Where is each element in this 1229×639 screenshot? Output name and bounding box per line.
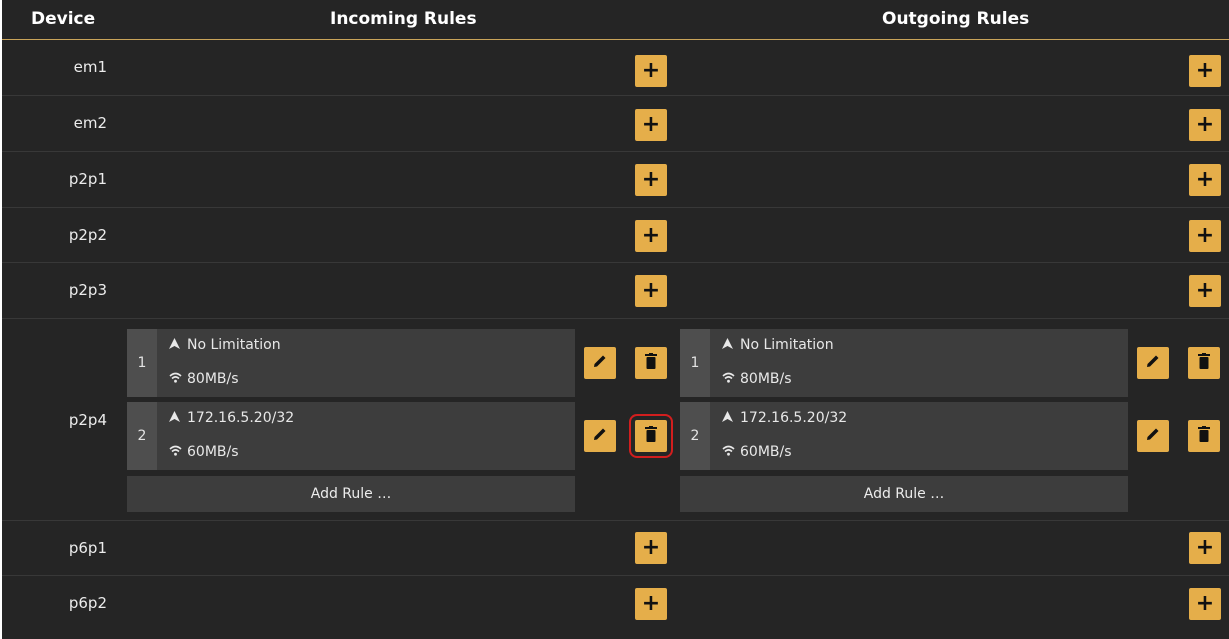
delete-rule-button[interactable] bbox=[1188, 347, 1220, 379]
plus-icon: + bbox=[641, 591, 661, 616]
plus-icon: + bbox=[641, 167, 661, 192]
device-row-p2p1: p2p1 + + bbox=[2, 152, 1229, 208]
device-row-em1: em1 + + bbox=[2, 40, 1229, 96]
add-incoming-rule-button[interactable]: + bbox=[635, 275, 667, 307]
device-row-p6p2: p6p2 + + bbox=[2, 576, 1229, 639]
edit-rule-button[interactable] bbox=[1137, 420, 1169, 452]
rule-number: 1 bbox=[127, 329, 157, 397]
device-row-p2p2: p2p2 + + bbox=[2, 208, 1229, 263]
delete-rule-button[interactable] bbox=[1188, 420, 1220, 452]
add-outgoing-rule-button[interactable]: + bbox=[1189, 532, 1221, 564]
device-name: p2p3 bbox=[68, 281, 107, 299]
rule-target: No Limitation bbox=[187, 337, 281, 353]
plus-icon: + bbox=[1195, 591, 1215, 616]
rule-rate: 60MB/s bbox=[740, 444, 792, 460]
device-name: p2p4 bbox=[68, 411, 107, 429]
trash-icon bbox=[645, 426, 657, 446]
plus-icon: + bbox=[641, 223, 661, 248]
plus-icon: + bbox=[1195, 58, 1215, 83]
add-outgoing-rule-button[interactable]: + bbox=[1189, 220, 1221, 252]
plus-icon: + bbox=[641, 58, 661, 83]
device-row-p6p1: p6p1 + + bbox=[2, 521, 1229, 576]
plus-icon: + bbox=[1195, 223, 1215, 248]
traffic-rules-panel: Device Incoming Rules Outgoing Rules em1… bbox=[2, 0, 1229, 639]
rule-rate: 80MB/s bbox=[187, 371, 239, 387]
rule-rate: 80MB/s bbox=[740, 371, 792, 387]
trash-icon bbox=[1198, 426, 1210, 446]
header-incoming-rules: Incoming Rules bbox=[330, 9, 477, 29]
pencil-icon bbox=[592, 426, 608, 446]
rule-number: 2 bbox=[680, 402, 710, 470]
add-outgoing-rule-button[interactable]: + bbox=[1189, 55, 1221, 87]
table-header: Device Incoming Rules Outgoing Rules bbox=[2, 0, 1229, 40]
incoming-rule-2[interactable]: 2 172.16.5.20/32 60MB/s bbox=[127, 402, 575, 470]
wifi-icon bbox=[169, 371, 183, 387]
outgoing-rule-2[interactable]: 2 172.16.5.20/32 60MB/s bbox=[680, 402, 1128, 470]
add-incoming-rule-button[interactable]: + bbox=[635, 220, 667, 252]
plus-icon: + bbox=[641, 112, 661, 137]
device-name: em1 bbox=[73, 58, 107, 76]
device-name: p6p2 bbox=[68, 594, 107, 612]
wifi-icon bbox=[722, 444, 736, 460]
device-row-em2: em2 + + bbox=[2, 96, 1229, 152]
add-incoming-rule-button[interactable]: + bbox=[635, 588, 667, 620]
plus-icon: + bbox=[1195, 167, 1215, 192]
add-incoming-rule-button[interactable]: + bbox=[635, 532, 667, 564]
add-incoming-rule-button[interactable]: + bbox=[635, 164, 667, 196]
device-name: em2 bbox=[73, 114, 107, 132]
plus-icon: + bbox=[641, 278, 661, 303]
header-device: Device bbox=[31, 9, 96, 29]
delete-rule-button[interactable] bbox=[635, 347, 667, 379]
arrow-up-icon bbox=[169, 410, 183, 426]
pencil-icon bbox=[1145, 426, 1161, 446]
device-row-p2p4: p2p4 1 No Limitation 80MB/s 2 172.16.5.2… bbox=[2, 319, 1229, 521]
add-incoming-rule-button[interactable]: + bbox=[635, 55, 667, 87]
rule-target: 172.16.5.20/32 bbox=[187, 410, 295, 426]
plus-icon: + bbox=[641, 535, 661, 560]
plus-icon: + bbox=[1195, 278, 1215, 303]
wifi-icon bbox=[169, 444, 183, 460]
pencil-icon bbox=[1145, 353, 1161, 373]
device-row-p2p3: p2p3 + + bbox=[2, 263, 1229, 319]
rule-number: 1 bbox=[680, 329, 710, 397]
rule-target: 172.16.5.20/32 bbox=[740, 410, 848, 426]
edit-rule-button[interactable] bbox=[584, 347, 616, 379]
trash-icon bbox=[645, 353, 657, 373]
incoming-rule-1[interactable]: 1 No Limitation 80MB/s bbox=[127, 329, 575, 397]
add-rule-button[interactable]: Add Rule … bbox=[127, 476, 575, 512]
wifi-icon bbox=[722, 371, 736, 387]
arrow-up-icon bbox=[169, 337, 183, 353]
arrow-up-icon bbox=[722, 410, 736, 426]
outgoing-rule-1[interactable]: 1 No Limitation 80MB/s bbox=[680, 329, 1128, 397]
device-name: p2p1 bbox=[68, 170, 107, 188]
rule-target: No Limitation bbox=[740, 337, 834, 353]
add-outgoing-rule-button[interactable]: + bbox=[1189, 164, 1221, 196]
rule-number: 2 bbox=[127, 402, 157, 470]
header-outgoing-rules: Outgoing Rules bbox=[882, 9, 1030, 29]
trash-icon bbox=[1198, 353, 1210, 373]
pencil-icon bbox=[592, 353, 608, 373]
edit-rule-button[interactable] bbox=[1137, 347, 1169, 379]
device-name: p2p2 bbox=[68, 226, 107, 244]
plus-icon: + bbox=[1195, 535, 1215, 560]
add-outgoing-rule-button[interactable]: + bbox=[1189, 275, 1221, 307]
add-outgoing-rule-button[interactable]: + bbox=[1189, 588, 1221, 620]
arrow-up-icon bbox=[722, 337, 736, 353]
add-incoming-rule-button[interactable]: + bbox=[635, 109, 667, 141]
add-outgoing-rule-button[interactable]: + bbox=[1189, 109, 1221, 141]
delete-rule-button[interactable] bbox=[629, 414, 673, 458]
device-name: p6p1 bbox=[68, 539, 107, 557]
edit-rule-button[interactable] bbox=[584, 420, 616, 452]
rule-rate: 60MB/s bbox=[187, 444, 239, 460]
plus-icon: + bbox=[1195, 112, 1215, 137]
add-rule-button[interactable]: Add Rule … bbox=[680, 476, 1128, 512]
